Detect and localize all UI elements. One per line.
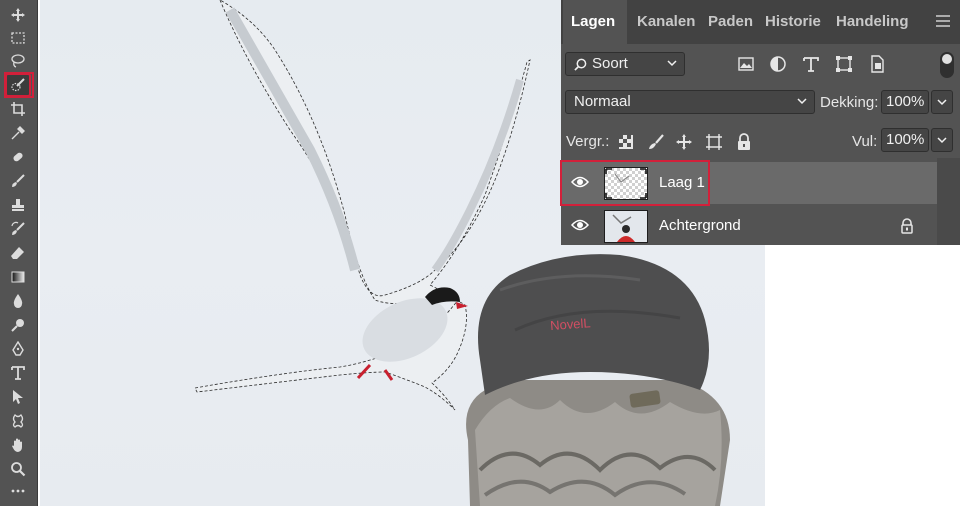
opacity-dropdown[interactable] <box>931 90 953 114</box>
history-brush-icon[interactable] <box>6 218 30 240</box>
lock-transparent-pixels-icon[interactable] <box>616 132 636 152</box>
lock-all-icon[interactable] <box>734 132 754 152</box>
more-tools-icon[interactable] <box>6 480 30 502</box>
chevron-down-icon <box>667 60 677 67</box>
lock-image-pixels-icon[interactable] <box>646 132 666 152</box>
filter-toggle[interactable] <box>940 52 954 78</box>
tools-panel <box>0 0 38 506</box>
opacity-input[interactable]: 100% <box>881 90 929 114</box>
layer-thumbnail <box>604 210 648 243</box>
search-icon <box>574 58 587 71</box>
blend-mode-dropdown[interactable]: Normaal <box>565 90 815 114</box>
move-tool-icon[interactable] <box>6 4 30 26</box>
opacity-label: Dekking: <box>820 94 879 111</box>
tab-layers[interactable]: Lagen <box>563 0 627 44</box>
fill-dropdown[interactable] <box>931 128 953 152</box>
layers-panel: Lagen Kanalen Paden Historie Handeling S… <box>561 0 960 245</box>
layer-filter-dropdown[interactable]: Soort <box>565 52 685 76</box>
clone-stamp-icon[interactable] <box>6 194 30 216</box>
dodge-icon[interactable] <box>6 314 30 336</box>
lock-position-icon[interactable] <box>674 132 694 152</box>
blend-mode-value: Normaal <box>574 93 631 110</box>
eraser-icon[interactable] <box>6 242 30 264</box>
layer-row-laag-1[interactable]: Laag 1 <box>561 162 937 204</box>
fill-label: Vul: <box>852 133 878 150</box>
rectangular-marquee-icon[interactable] <box>6 27 30 49</box>
healing-brush-icon[interactable] <box>6 146 30 168</box>
eyedropper-icon[interactable] <box>6 122 30 144</box>
path-selection-icon[interactable] <box>6 386 30 408</box>
smart-object-filter-icon[interactable] <box>867 54 887 74</box>
visibility-eye-icon[interactable] <box>571 175 589 189</box>
chevron-down-icon <box>797 98 807 105</box>
quick-selection-icon[interactable] <box>5 73 31 97</box>
cap-logo: NovelL <box>550 315 591 333</box>
blur-icon[interactable] <box>6 290 30 312</box>
panel-tab-bar: Lagen Kanalen Paden Historie Handeling <box>561 0 960 44</box>
tab-channels[interactable]: Kanalen <box>629 0 703 44</box>
gradient-icon[interactable] <box>6 266 30 288</box>
zoom-icon[interactable] <box>6 458 30 480</box>
tab-history[interactable]: Historie <box>757 0 829 44</box>
lock-label: Vergr.: <box>566 133 610 150</box>
layer-thumbnail <box>604 167 648 200</box>
filter-label: Soort <box>592 55 628 72</box>
brush-icon[interactable] <box>6 170 30 192</box>
chevron-down-icon <box>937 99 947 106</box>
chevron-down-icon <box>937 137 947 144</box>
tab-actions[interactable]: Handeling <box>828 0 908 44</box>
hand-icon[interactable] <box>6 434 30 456</box>
custom-shape-icon[interactable] <box>6 410 30 432</box>
crop-icon[interactable] <box>6 98 30 120</box>
adjustment-filter-icon[interactable] <box>768 54 788 74</box>
type-icon[interactable] <box>6 362 30 384</box>
lasso-icon[interactable] <box>6 50 30 72</box>
lock-artboard-icon[interactable] <box>704 132 724 152</box>
pen-icon[interactable] <box>6 338 30 360</box>
image-filter-icon[interactable] <box>736 54 756 74</box>
layers-scrollbar[interactable] <box>937 158 960 245</box>
layer-name[interactable]: Achtergrond <box>659 217 741 234</box>
layer-name[interactable]: Laag 1 <box>659 174 705 191</box>
type-filter-icon[interactable] <box>801 54 821 74</box>
lock-icon <box>901 218 913 234</box>
panel-menu-icon[interactable] <box>936 15 950 27</box>
visibility-eye-icon[interactable] <box>571 218 589 232</box>
tab-paths[interactable]: Paden <box>700 0 761 44</box>
shape-filter-icon[interactable] <box>834 54 854 74</box>
layer-row-achtergrond[interactable]: Achtergrond <box>561 205 937 247</box>
fill-input[interactable]: 100% <box>881 128 929 152</box>
